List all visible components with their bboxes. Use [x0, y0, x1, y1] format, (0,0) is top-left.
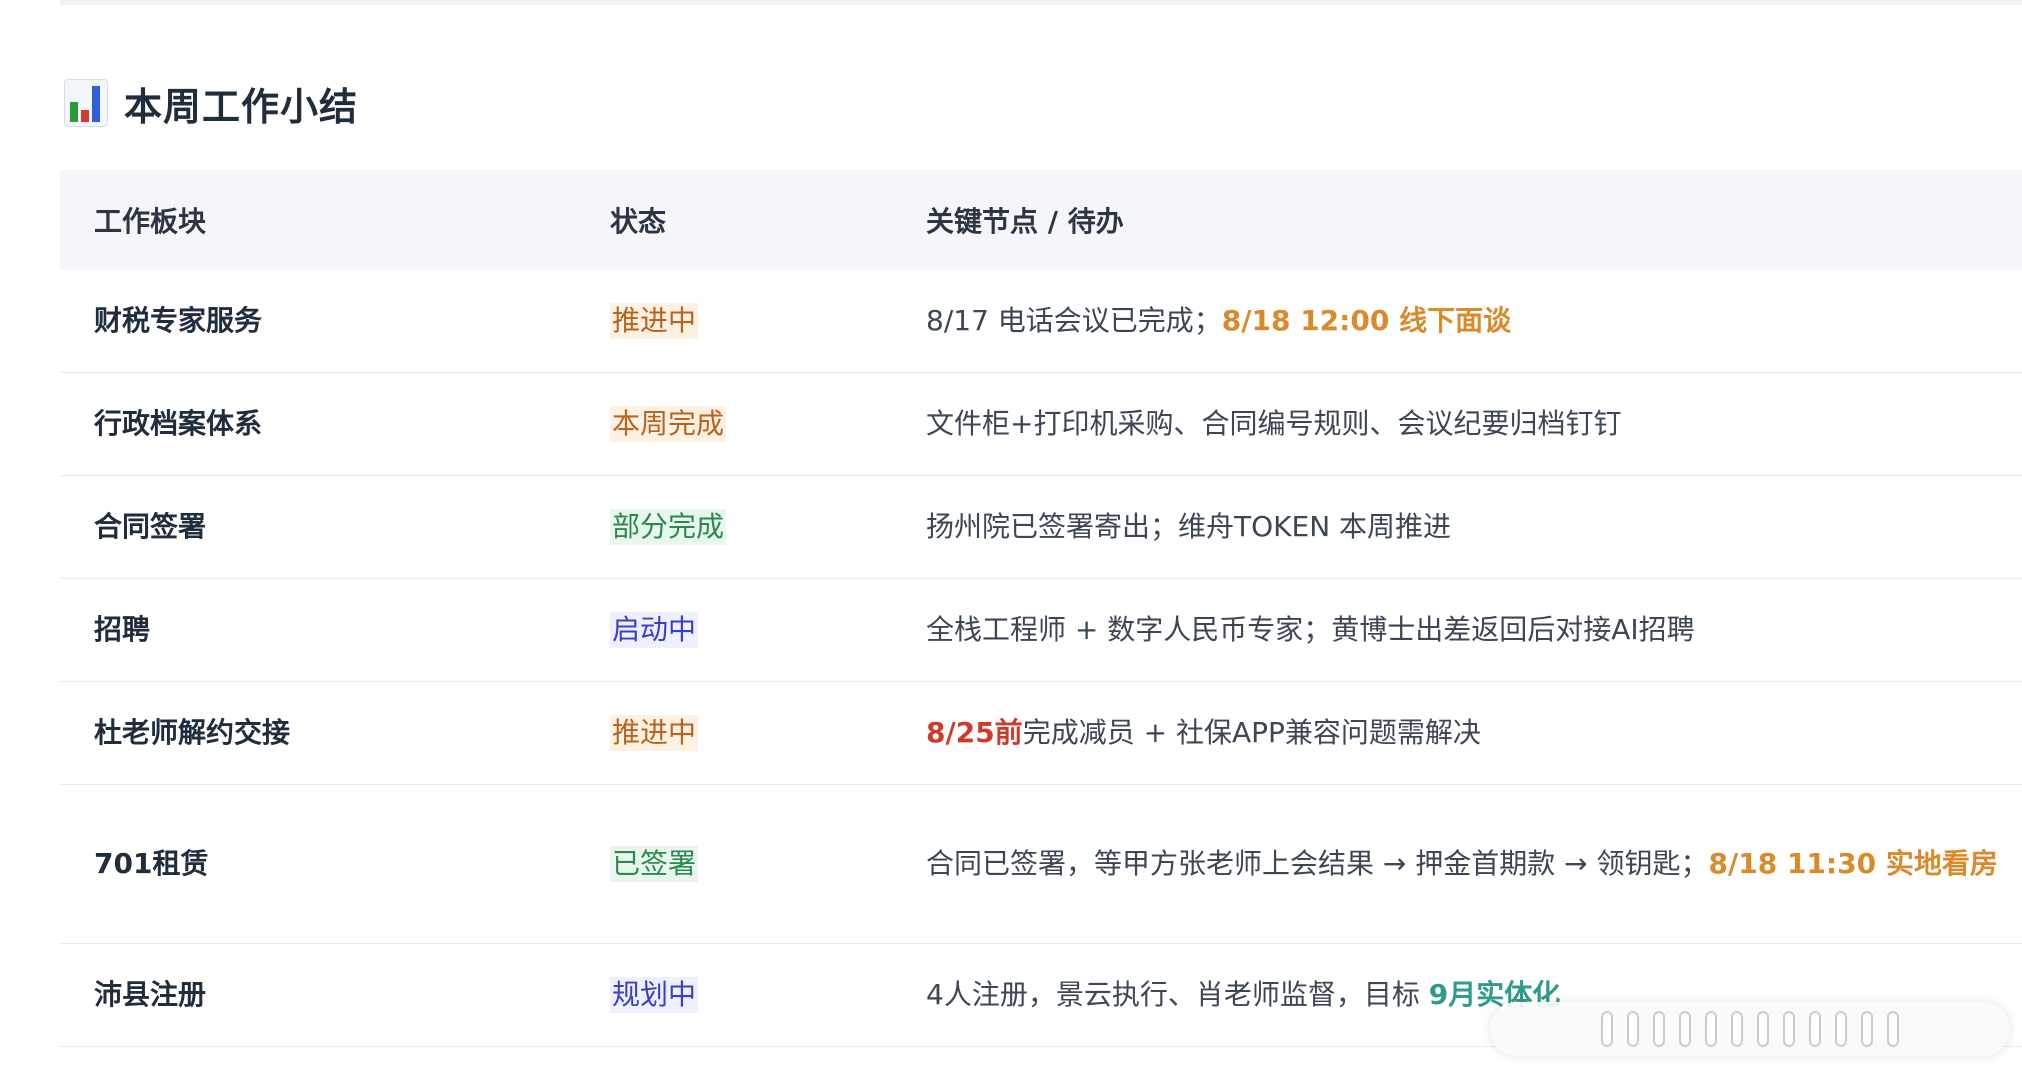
table-row: 行政档案体系 本周完成 文件柜+打印机采购、合同编号规则、会议纪要归档钉钉	[60, 372, 2022, 476]
bar-chart-icon	[64, 79, 108, 127]
header-milestones: 关键节点 / 待办	[892, 170, 2022, 270]
header-status: 状态	[576, 170, 892, 270]
table-row: 杜老师解约交接 推进中 8/25前完成减员 + 社保APP兼容问题需解决	[60, 681, 2022, 785]
note-text: 8/17 电话会议已完成；	[926, 304, 1222, 337]
scrollbar-grip-icon	[1705, 1011, 1717, 1047]
milestone-cell: 8/25前完成减员 + 社保APP兼容问题需解决	[892, 681, 2022, 785]
table-body: 财税专家服务 推进中 8/17 电话会议已完成；8/18 12:00 线下面谈 …	[60, 270, 2022, 1047]
scrollbar-grip-icon	[1679, 1011, 1691, 1047]
note-highlight: 8/18 11:30 实地看房	[1708, 847, 1998, 880]
milestone-cell: 合同已签署，等甲方张老师上会结果 → 押金首期款 → 领钥匙；8/18 11:3…	[892, 784, 2022, 944]
table-row: 701租赁 已签署 合同已签署，等甲方张老师上会结果 → 押金首期款 → 领钥匙…	[60, 784, 2022, 944]
table-row: 合同签署 部分完成 扬州院已签署寄出；维舟TOKEN 本周推进	[60, 475, 2022, 579]
scrollbar-grip-icon	[1835, 1011, 1847, 1047]
note-highlight: 8/25前	[926, 716, 1023, 749]
weekly-summary-table: 工作板块 状态 关键节点 / 待办 财税专家服务 推进中 8/17 电话会议已完…	[60, 170, 2022, 1047]
status-badge: 启动中	[610, 612, 699, 648]
work-area-cell: 合同签署	[60, 475, 576, 579]
bar-chart-icon-bar-blue	[92, 86, 100, 122]
scrollbar-grip-icon	[1653, 1011, 1665, 1047]
status-cell: 规划中	[576, 943, 892, 1047]
note-text: 文件柜+打印机采购、合同编号规则、会议纪要归档钉钉	[926, 407, 1622, 440]
status-badge: 部分完成	[610, 509, 727, 545]
scrollbar-grip-icon	[1783, 1011, 1795, 1047]
status-badge: 规划中	[610, 977, 699, 1013]
work-area-cell: 杜老师解约交接	[60, 681, 576, 785]
section-title: 本周工作小结	[124, 84, 359, 129]
work-area-cell: 行政档案体系	[60, 372, 576, 476]
scrollbar-grip-icon	[1861, 1011, 1873, 1047]
note-text: 4人注册，景云执行、肖老师监督，目标	[926, 978, 1429, 1011]
work-area-cell: 财税专家服务	[60, 270, 576, 373]
scrollbar-grip-icon	[1731, 1011, 1743, 1047]
status-badge: 本周完成	[610, 406, 727, 442]
table-row: 招聘 启动中 全栈工程师 + 数字人民币专家；黄博士出差返回后对接AI招聘	[60, 578, 2022, 682]
note-text: 合同已签署，等甲方张老师上会结果 → 押金首期款 → 领钥匙；	[926, 847, 1709, 880]
note-text: 扬州院已签署寄出；维舟TOKEN 本周推进	[926, 510, 1452, 543]
note-text: 完成减员 + 社保APP兼容问题需解决	[1022, 716, 1481, 749]
note-text: 全栈工程师 + 数字人民币专家；黄博士出差返回后对接AI招聘	[926, 613, 1695, 646]
section-header: 本周工作小结	[64, 75, 358, 131]
scrollbar-grip-icon	[1887, 1011, 1899, 1047]
scrollbar-grip-icon	[1627, 1011, 1639, 1047]
status-badge: 推进中	[610, 303, 699, 339]
top-divider-band	[60, 0, 2022, 5]
bar-chart-icon-bar-green	[70, 102, 78, 122]
status-badge: 已签署	[610, 846, 699, 882]
table-row: 财税专家服务 推进中 8/17 电话会议已完成；8/18 12:00 线下面谈	[60, 270, 2022, 373]
status-cell: 已签署	[576, 784, 892, 944]
milestone-cell: 8/17 电话会议已完成；8/18 12:00 线下面谈	[892, 270, 2022, 373]
scrollbar-grip-icon	[1601, 1011, 1613, 1047]
header-work-area: 工作板块	[60, 170, 576, 270]
note-highlight: 8/18 12:00 线下面谈	[1221, 304, 1512, 337]
status-cell: 启动中	[576, 578, 892, 682]
horizontal-scrollbar[interactable]	[1490, 1002, 2010, 1056]
work-area-cell: 701租赁	[60, 784, 576, 944]
table-header-row: 工作板块 状态 关键节点 / 待办	[60, 170, 2022, 270]
milestone-cell: 文件柜+打印机采购、合同编号规则、会议纪要归档钉钉	[892, 372, 2022, 476]
status-cell: 本周完成	[576, 372, 892, 476]
milestone-cell: 扬州院已签署寄出；维舟TOKEN 本周推进	[892, 475, 2022, 579]
bar-chart-icon-bar-red	[81, 110, 89, 122]
work-area-cell: 招聘	[60, 578, 576, 682]
status-cell: 推进中	[576, 270, 892, 373]
milestone-cell: 全栈工程师 + 数字人民币专家；黄博士出差返回后对接AI招聘	[892, 578, 2022, 682]
status-cell: 推进中	[576, 681, 892, 785]
work-area-cell: 沛县注册	[60, 943, 576, 1047]
scrollbar-grip-icon	[1757, 1011, 1769, 1047]
status-cell: 部分完成	[576, 475, 892, 579]
status-badge: 推进中	[610, 715, 699, 751]
scrollbar-grip-icon	[1809, 1011, 1821, 1047]
